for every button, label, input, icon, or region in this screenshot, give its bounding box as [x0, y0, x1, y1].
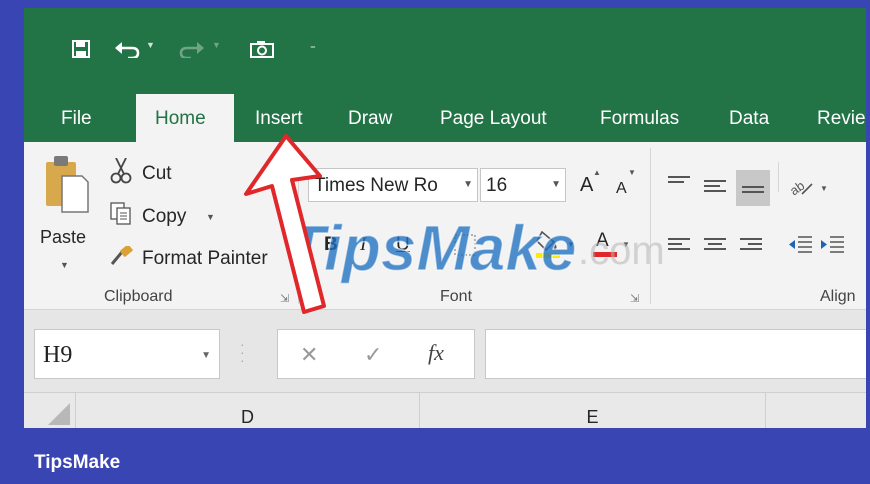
excel-window: ▼ ▼ ₌ File Home Insert Draw Page Layout … [24, 8, 866, 428]
annotation-arrow [244, 134, 326, 314]
footer-brand: TipsMake [34, 452, 121, 473]
